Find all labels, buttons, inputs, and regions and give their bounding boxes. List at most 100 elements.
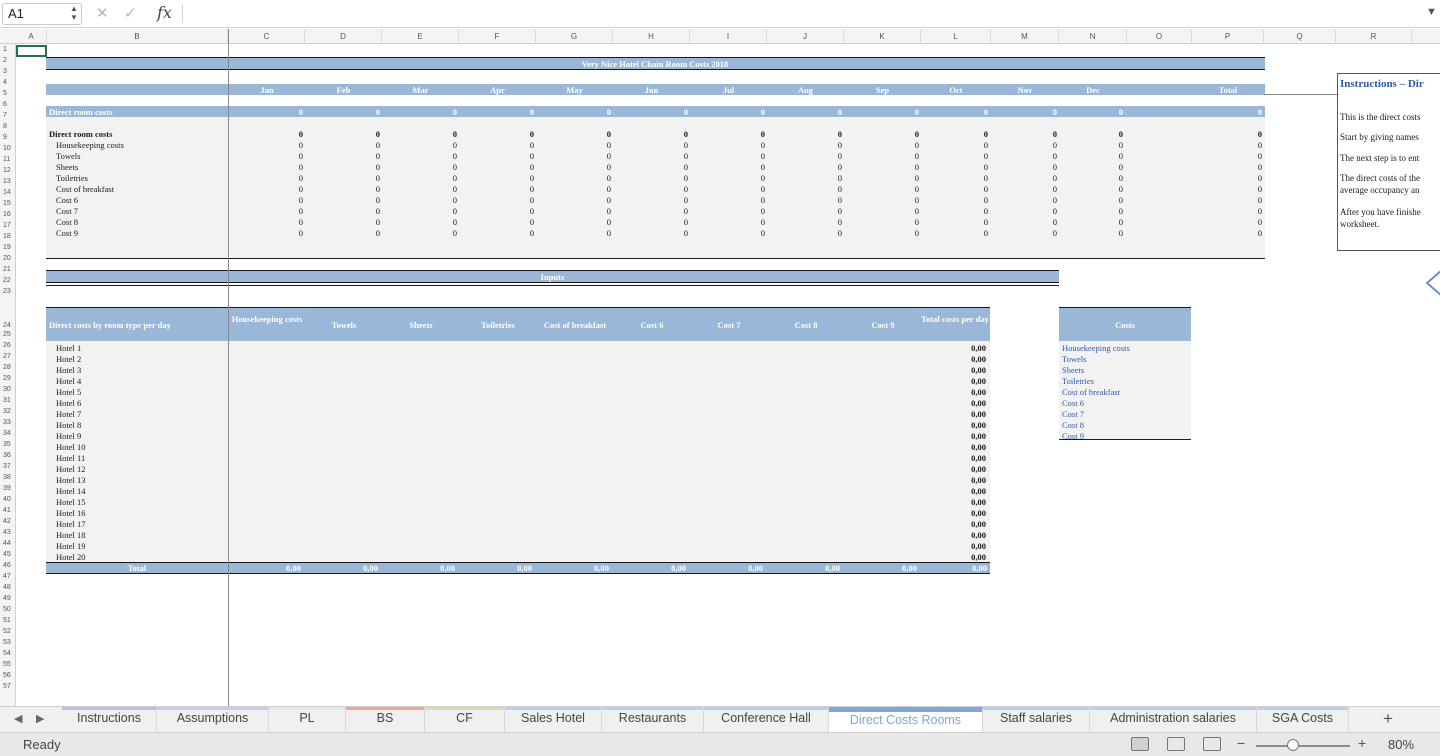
costs-link[interactable]: Housekeeping costs [1062, 343, 1130, 353]
instructions-textbox[interactable]: Instructions – Dir This is the direct co… [1337, 73, 1440, 251]
row-header[interactable]: 51 [0, 615, 16, 626]
row-header[interactable]: 48 [0, 582, 16, 593]
selected-cell-a1[interactable] [16, 45, 47, 57]
column-header[interactable]: C [229, 29, 305, 44]
zoom-slider[interactable] [1256, 745, 1350, 747]
row-header[interactable]: 52 [0, 626, 16, 637]
name-box-stepper-icon[interactable]: ▲ ▼ [70, 4, 78, 22]
scroll-tabs-left-icon[interactable]: ◀ [14, 712, 22, 725]
row-header[interactable]: 2 [0, 55, 16, 66]
row-header[interactable]: 4 [0, 77, 16, 88]
row-header[interactable]: 41 [0, 505, 16, 516]
costs-link[interactable]: Cost of breakfast [1062, 387, 1120, 397]
row-header[interactable]: 55 [0, 659, 16, 670]
tab-staff-salaries[interactable]: Staff salaries [983, 707, 1090, 732]
costs-link[interactable]: Toiletries [1062, 376, 1094, 386]
row-header[interactable]: 44 [0, 538, 16, 549]
page-break-view-icon[interactable] [1203, 737, 1221, 751]
expand-formula-icon[interactable]: ▼ [1426, 6, 1437, 18]
row-header[interactable]: 32 [0, 406, 16, 417]
row-header[interactable]: 26 [0, 340, 16, 351]
row-header[interactable]: 19 [0, 242, 16, 253]
row-header[interactable]: 9 [0, 132, 16, 143]
row-header[interactable]: 54 [0, 648, 16, 659]
row-header[interactable]: 17 [0, 220, 16, 231]
scroll-tabs-right-icon[interactable]: ▶ [36, 712, 44, 725]
column-header[interactable]: M [991, 29, 1059, 44]
zoom-slider-handle[interactable] [1287, 739, 1299, 751]
row-header[interactable]: 13 [0, 176, 16, 187]
column-header[interactable]: I [690, 29, 767, 44]
row-header[interactable]: 25 [0, 329, 16, 340]
tab-sga-costs[interactable]: SGA Costs [1257, 707, 1349, 732]
column-header[interactable]: H [613, 29, 690, 44]
row-header[interactable]: 10 [0, 143, 16, 154]
row-header[interactable]: 3 [0, 66, 16, 77]
column-header[interactable]: J [767, 29, 844, 44]
row-header[interactable]: 53 [0, 637, 16, 648]
costs-link[interactable]: Sheets [1062, 365, 1084, 375]
row-header[interactable]: 29 [0, 373, 16, 384]
costs-link[interactable]: Cost 8 [1062, 420, 1084, 430]
tab-bs[interactable]: BS [346, 707, 425, 732]
confirm-icon[interactable]: ✓ [124, 4, 137, 22]
row-header[interactable]: 31 [0, 395, 16, 406]
row-header[interactable]: 22 [0, 275, 16, 286]
row-header[interactable]: 45 [0, 549, 16, 560]
column-header[interactable]: K [844, 29, 921, 44]
normal-view-icon[interactable] [1131, 737, 1149, 751]
row-header[interactable]: 15 [0, 198, 16, 209]
cancel-icon[interactable]: ✕ [96, 4, 109, 22]
column-header[interactable]: R [1336, 29, 1412, 44]
row-header[interactable]: 28 [0, 362, 16, 373]
costs-link[interactable]: Towels [1062, 354, 1086, 364]
column-header[interactable]: O [1127, 29, 1192, 44]
tab-pl[interactable]: PL [269, 707, 346, 732]
row-header[interactable]: 47 [0, 571, 16, 582]
zoom-in-icon[interactable]: + [1358, 735, 1366, 751]
column-header[interactable]: E [382, 29, 459, 44]
row-header[interactable]: 34 [0, 428, 16, 439]
formula-input[interactable] [190, 3, 1410, 25]
row-header[interactable]: 8 [0, 121, 16, 132]
row-header[interactable]: 21 [0, 264, 16, 275]
row-header[interactable]: 27 [0, 351, 16, 362]
row-header[interactable]: 33 [0, 417, 16, 428]
row-header[interactable]: 5 [0, 88, 16, 99]
row-header[interactable]: 43 [0, 527, 16, 538]
tab-restaurants[interactable]: Restaurants [602, 707, 704, 732]
row-header[interactable]: 42 [0, 516, 16, 527]
row-header[interactable]: 1 [0, 44, 16, 55]
row-header[interactable]: 18 [0, 231, 16, 242]
column-header[interactable]: P [1192, 29, 1264, 44]
column-header[interactable]: L [921, 29, 991, 44]
row-header[interactable]: 6 [0, 99, 16, 110]
column-header[interactable]: A [16, 29, 47, 44]
column-header[interactable]: N [1059, 29, 1127, 44]
row-header[interactable]: 37 [0, 461, 16, 472]
row-header[interactable]: 39 [0, 483, 16, 494]
row-header[interactable]: 35 [0, 439, 16, 450]
page-layout-view-icon[interactable] [1167, 737, 1185, 751]
row-header[interactable]: 46 [0, 560, 16, 571]
row-header[interactable]: 7 [0, 110, 16, 121]
function-icon[interactable]: fx [157, 3, 172, 22]
column-header[interactable]: F [459, 29, 536, 44]
row-header[interactable]: 12 [0, 165, 16, 176]
collapse-arrow-icon[interactable] [1424, 268, 1440, 298]
row-header[interactable]: 49 [0, 593, 16, 604]
tab-assumptions[interactable]: Assumptions [157, 707, 269, 732]
add-sheet-icon[interactable]: + [1383, 709, 1393, 729]
tab-cf[interactable]: CF [425, 707, 505, 732]
costs-link[interactable]: Cost 6 [1062, 398, 1084, 408]
row-header[interactable]: 23 [0, 286, 16, 297]
column-header[interactable]: G [536, 29, 613, 44]
worksheet-grid[interactable]: Very Nice Hotel Chain Room Costs 2018 Jan… [17, 44, 1440, 706]
column-header[interactable]: B [47, 29, 228, 44]
zoom-out-icon[interactable]: − [1237, 735, 1245, 751]
row-header[interactable]: 30 [0, 384, 16, 395]
row-header[interactable]: 38 [0, 472, 16, 483]
tab-sales-hotel[interactable]: Sales Hotel [505, 707, 602, 732]
row-header[interactable]: 14 [0, 187, 16, 198]
tab-instructions[interactable]: Instructions [62, 707, 157, 732]
